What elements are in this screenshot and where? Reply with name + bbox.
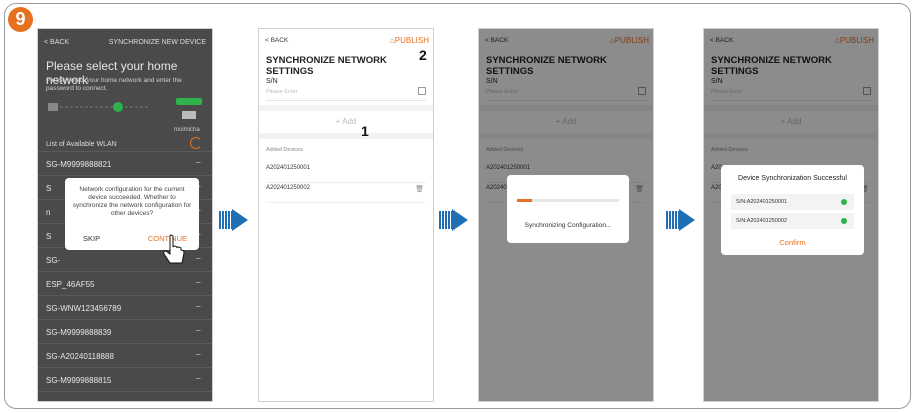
divider — [266, 100, 426, 101]
flow-arrow-2 — [439, 209, 473, 231]
add-button[interactable]: + Add — [259, 111, 433, 133]
wlan-name: SG-M9999888839 — [46, 328, 112, 337]
result-row: S/N:A202401250002 — [731, 213, 854, 229]
wlan-name: SG-M9999888815 — [46, 376, 112, 385]
pointer-hand-icon — [163, 234, 185, 264]
router-label: moimicha — [174, 127, 200, 133]
page-title: SYNCHRONIZE NETWORK SETTINGS — [266, 55, 387, 77]
wifi-icon: ⌔ — [194, 280, 202, 289]
wlan-name: ESP_46AF55 — [46, 280, 95, 289]
wifi-badge-icon — [176, 98, 202, 105]
result-row: S/N:A202401250001 — [731, 194, 854, 210]
progress-bar — [517, 199, 619, 202]
device-row: A202401250002 🗑 — [266, 185, 426, 203]
step-number-badge: 9 — [8, 7, 33, 32]
device-row: A202401250001 — [266, 165, 426, 183]
wifi-icon: ⌔ — [194, 304, 202, 313]
wifi-icon: ⌔ — [194, 376, 202, 385]
dialog-title: Device Synchronization Successful — [738, 175, 847, 182]
wlan-name: SG- — [46, 256, 61, 265]
wlan-list-item[interactable]: SG-M9999888816 ⌔ — [38, 391, 212, 401]
wlan-name: n — [46, 208, 51, 217]
wlan-list-item[interactable]: SG-M9999888815 ⌔ — [38, 367, 212, 391]
back-button[interactable]: < BACK — [44, 39, 69, 46]
step-badge-2: 2 — [419, 47, 427, 63]
nav-title: SYNCHRONIZE NEW DEVICE — [108, 39, 206, 46]
confirm-button[interactable]: Confirm — [721, 238, 864, 247]
connection-diagram: moimicha — [48, 98, 202, 133]
sync-progress-dialog: Synchronizing Configuration... — [507, 175, 629, 243]
result-sn: S/N:A202401250001 — [736, 199, 788, 205]
wifi-icon: ⌔ — [194, 328, 202, 337]
check-icon — [113, 102, 123, 112]
added-devices-header: Added Devices — [266, 147, 303, 153]
sync-success-dialog: Device Synchronization Successful S/N:A2… — [721, 165, 864, 255]
phone-screen-sync-settings: < BACK ⌂PUBLISH SYNCHRONIZE NETWORK SETT… — [258, 28, 434, 402]
phone-screen-select-network: < BACK SYNCHRONIZE NEW DEVICE Please sel… — [37, 28, 213, 402]
wlan-name: SG-M9999888816 — [46, 400, 111, 401]
back-button[interactable]: < BACK — [265, 37, 288, 44]
nav-bar: < BACK SYNCHRONIZE NEW DEVICE — [44, 39, 206, 46]
device-icon — [48, 103, 58, 111]
wlan-name: S — [46, 184, 52, 193]
device-sn: A202401250002 — [266, 185, 311, 191]
flow-arrow-3 — [666, 209, 700, 231]
refresh-icon[interactable] — [190, 137, 202, 149]
step-badge-1: 1 — [361, 123, 369, 139]
progress-fill — [517, 199, 533, 202]
dialog-message: Network configuration for the current de… — [72, 186, 192, 217]
phone-screen-synchronizing: < BACK ⌂PUBLISH SYNCHRONIZE NETWORK SETT… — [478, 28, 654, 402]
page-description: Please select your home network and ente… — [46, 77, 182, 92]
wlan-name: SG-A20240118888 — [46, 352, 114, 361]
divider — [259, 133, 433, 139]
trash-icon[interactable]: 🗑 — [415, 185, 424, 193]
skip-button[interactable]: SKIP — [83, 234, 100, 243]
wlan-name: S — [46, 232, 52, 241]
wlan-name: SG-M9999888821 — [46, 160, 112, 169]
wlan-name: SG-WNW123456789 — [46, 304, 122, 313]
wifi-icon: ⌔ — [194, 160, 202, 169]
wifi-icon: ⌔ — [194, 400, 202, 401]
sn-label: S/N — [266, 78, 278, 85]
router-icon — [182, 111, 196, 119]
publish-label: PUBLISH — [394, 36, 429, 45]
scan-icon[interactable] — [418, 87, 426, 95]
sn-input[interactable]: Please Enter — [266, 89, 298, 95]
wifi-icon: ⌔ — [194, 256, 202, 265]
wlan-list-item[interactable]: SG-M9999888839 ⌔ — [38, 319, 212, 343]
device-sn: A202401250001 — [266, 165, 311, 171]
flow-arrow-1 — [219, 209, 253, 231]
wlan-list-item[interactable]: SG-A20240118888 ⌔ — [38, 343, 212, 367]
phone-screen-sync-success: < BACK ⌂PUBLISH SYNCHRONIZE NETWORK SETT… — [703, 28, 879, 402]
wlan-list-item[interactable]: SG-WNW123456789 ⌔ — [38, 295, 212, 319]
wlan-list-item[interactable]: ESP_46AF55 ⌔ — [38, 271, 212, 295]
result-sn: S/N:A202401250002 — [736, 218, 788, 224]
success-dot-icon — [841, 218, 847, 224]
publish-button[interactable]: ⌂PUBLISH — [390, 36, 429, 45]
wlan-list-item[interactable]: SG-M9999888821 ⌔ — [38, 151, 212, 175]
wifi-icon: ⌔ — [194, 352, 202, 361]
sync-status-text: Synchronizing Configuration... — [524, 222, 612, 229]
success-dot-icon — [841, 199, 847, 205]
wlan-list-header: List of Available WLAN — [46, 141, 117, 148]
